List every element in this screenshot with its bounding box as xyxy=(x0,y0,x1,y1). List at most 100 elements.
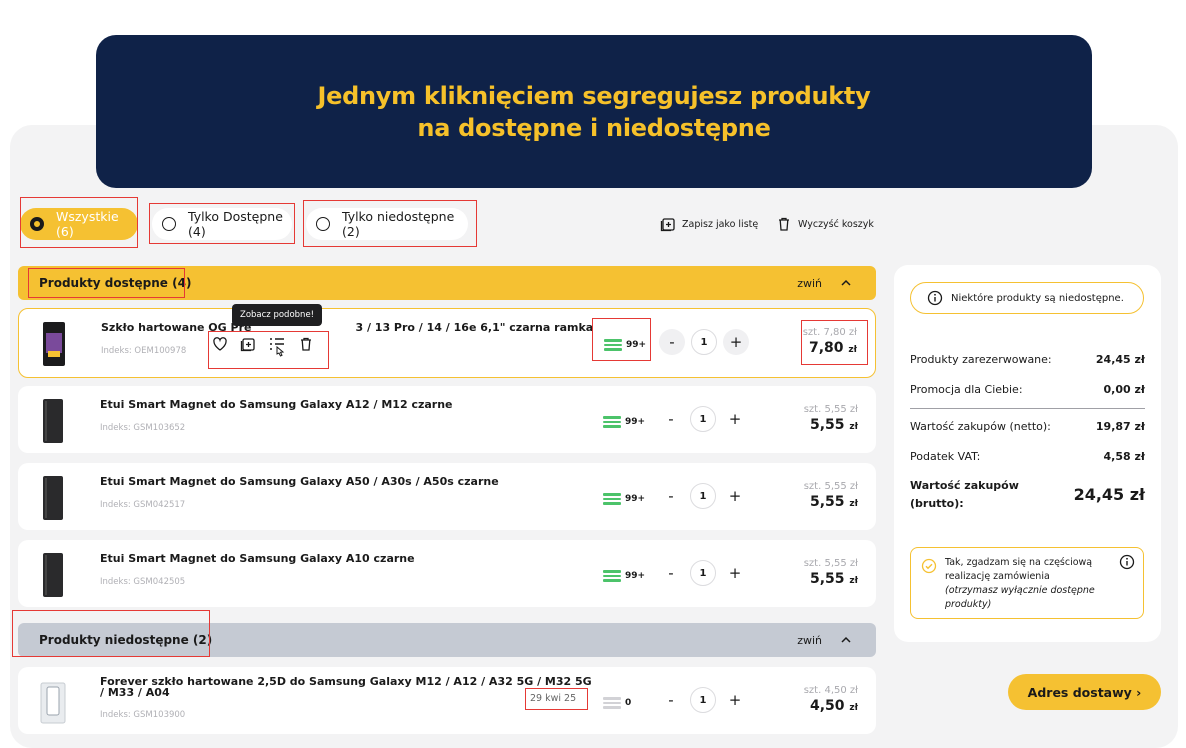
stock-indicator: 99+ xyxy=(603,414,645,430)
clear-cart-button[interactable]: Wyczyść koszyk xyxy=(776,216,874,232)
highlight-box xyxy=(208,331,329,369)
total-price: 5,55 zł xyxy=(810,417,858,433)
product-index: Indeks: GSM042505 xyxy=(100,577,186,587)
highlight-box xyxy=(525,688,588,710)
cart-row[interactable]: Szkło hartowane OG Pre 3 / 13 Pro / 14 / … xyxy=(18,308,876,378)
partial-fulfillment-consent[interactable]: Tak, zgadzam się na częściową realizację… xyxy=(910,547,1144,619)
quantity-stepper: - 1 + xyxy=(658,687,748,713)
promo-line: Promocja dla Ciebie: 0,00 zł xyxy=(910,383,1145,396)
product-name: Etui Smart Magnet do Samsung Galaxy A12 … xyxy=(100,398,453,411)
stock-indicator: 99+ xyxy=(603,568,645,584)
product-thumbnail xyxy=(40,682,66,724)
cart-row[interactable]: Forever szkło hartowane 2,5D do Samsung … xyxy=(18,667,876,734)
stock-value: 0 xyxy=(625,697,632,708)
decrease-button[interactable]: - xyxy=(658,410,684,428)
increase-button[interactable]: + xyxy=(722,691,748,709)
quantity-value[interactable]: 1 xyxy=(690,483,716,509)
unit-price: szt. 5,55 zł xyxy=(803,558,858,569)
quantity-value[interactable]: 1 xyxy=(690,687,716,713)
stock-value: 99+ xyxy=(625,493,646,504)
vat-line: Podatek VAT: 4,58 zł xyxy=(910,450,1145,463)
product-thumbnail xyxy=(43,322,65,366)
unit-price: szt. 5,55 zł xyxy=(803,481,858,492)
quantity-stepper: - 1 + xyxy=(658,406,748,432)
stock-indicator: 0 xyxy=(603,695,631,711)
price-block: szt. 4,50 zł 4,50 zł xyxy=(804,685,858,714)
save-list-button[interactable]: Zapisz jako listę xyxy=(660,216,758,232)
stock-bars-icon xyxy=(603,491,621,507)
highlight-box xyxy=(20,197,138,248)
highlight-box xyxy=(303,200,477,247)
unit-price: szt. 5,55 zł xyxy=(803,404,858,415)
stock-bars-icon xyxy=(603,695,621,711)
order-summary: Niektóre produkty są niedostępne. Produk… xyxy=(894,265,1161,642)
clear-cart-label: Wyczyść koszyk xyxy=(798,218,874,230)
cart-row[interactable]: Etui Smart Magnet do Samsung Galaxy A50 … xyxy=(18,463,876,530)
highlight-box xyxy=(592,318,651,361)
increase-button[interactable]: + xyxy=(722,564,748,582)
quantity-stepper: - 1 + xyxy=(658,560,748,586)
divider xyxy=(910,408,1145,409)
stock-indicator: 99+ xyxy=(603,491,645,507)
highlight-box xyxy=(12,610,210,657)
info-icon xyxy=(927,290,943,306)
cart-row[interactable]: Etui Smart Magnet do Samsung Galaxy A10 … xyxy=(18,540,876,607)
highlight-box xyxy=(801,320,868,365)
stock-value: 99+ xyxy=(625,570,646,581)
gross-value: 24,45 zł xyxy=(1073,485,1145,504)
unavailable-note: Niektóre produkty są niedostępne. xyxy=(910,282,1144,314)
stock-value: 99+ xyxy=(625,416,646,427)
decrease-button[interactable]: - xyxy=(658,691,684,709)
increase-button[interactable]: + xyxy=(722,487,748,505)
price-block: szt. 5,55 zł 5,55 zł xyxy=(804,481,858,510)
quantity-value[interactable]: 1 xyxy=(690,406,716,432)
total-price: 5,55 zł xyxy=(810,571,858,587)
total-price: 5,55 zł xyxy=(810,494,858,510)
product-name: Etui Smart Magnet do Samsung Galaxy A10 … xyxy=(100,552,415,565)
increase-button[interactable]: + xyxy=(723,329,749,355)
tooltip: Zobacz podobne! xyxy=(232,304,323,326)
delivery-address-button[interactable]: Adres dostawy › xyxy=(1008,674,1161,710)
product-thumbnail xyxy=(43,553,63,597)
stock-bars-icon xyxy=(603,414,621,430)
chevron-up-icon xyxy=(841,279,851,286)
increase-button[interactable]: + xyxy=(722,410,748,428)
product-name: Forever szkło hartowane 2,5D do Samsung … xyxy=(100,675,592,699)
unit-price: szt. 4,50 zł xyxy=(803,685,858,696)
decrease-button[interactable]: - xyxy=(658,487,684,505)
price-block: szt. 5,55 zł 5,55 zł xyxy=(804,558,858,587)
save-list-label: Zapisz jako listę xyxy=(682,218,759,230)
reserved-line: Produkty zarezerwowane: 24,45 zł xyxy=(910,353,1145,366)
decrease-button[interactable]: - xyxy=(658,564,684,582)
product-index: Indeks: GSM103900 xyxy=(100,710,186,720)
consent-text: Tak, zgadzam się na częściową realizację… xyxy=(945,557,1095,610)
decrease-button[interactable]: - xyxy=(659,329,685,355)
product-index: Indeks: GSM103652 xyxy=(100,423,186,433)
highlight-box xyxy=(28,268,185,298)
collapse-button[interactable]: zwiń xyxy=(797,634,822,647)
highlight-box xyxy=(149,203,295,244)
total-price: 4,50 zł xyxy=(810,698,858,714)
product-thumbnail xyxy=(43,476,63,520)
product-thumbnail xyxy=(43,399,63,443)
checkmark-circle-icon xyxy=(921,558,937,574)
net-line: Wartość zakupów (netto): 19,87 zł xyxy=(910,420,1145,433)
product-name: Szkło hartowane OG Pre 3 / 13 Pro / 14 / … xyxy=(101,321,594,334)
collapse-button[interactable]: zwiń xyxy=(797,277,822,290)
trash-icon xyxy=(779,217,789,231)
quantity-stepper: - 1 + xyxy=(658,483,748,509)
promo-banner: Jednym kliknięciem segregujesz produkty … xyxy=(96,35,1092,188)
quantity-stepper: - 1 + xyxy=(659,329,749,355)
chevron-up-icon xyxy=(841,636,851,643)
price-block: szt. 5,55 zł 5,55 zł xyxy=(804,404,858,433)
stock-bars-icon xyxy=(603,568,621,584)
banner-line-1: Jednym kliknięciem segregujesz produkty xyxy=(317,81,871,110)
product-name: Etui Smart Magnet do Samsung Galaxy A50 … xyxy=(100,475,499,488)
banner-line-2: na dostępne i niedostępne xyxy=(417,113,771,142)
product-index: Indeks: GSM042517 xyxy=(100,500,186,510)
add-to-list-icon xyxy=(660,218,675,232)
quantity-value[interactable]: 1 xyxy=(690,560,716,586)
quantity-value[interactable]: 1 xyxy=(691,329,717,355)
gross-label: Wartość zakupów (brutto): xyxy=(910,479,1019,510)
cart-row[interactable]: Etui Smart Magnet do Samsung Galaxy A12 … xyxy=(18,386,876,453)
